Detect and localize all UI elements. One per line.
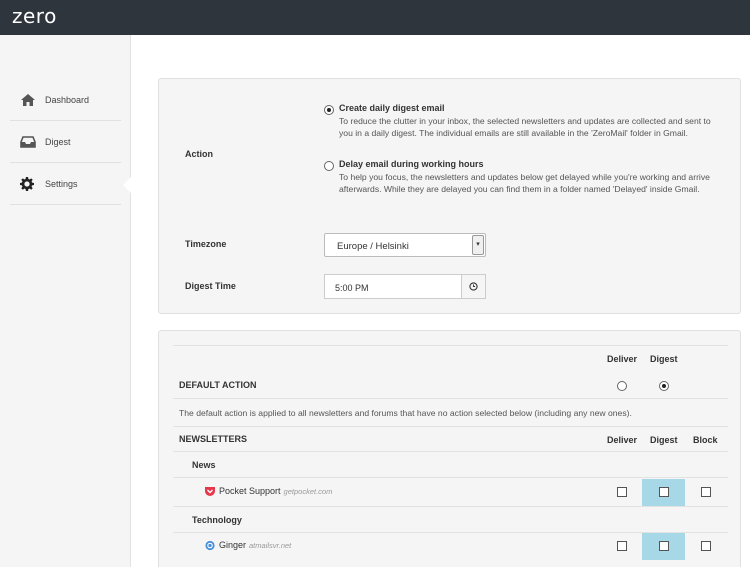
inbox-icon [20,136,36,148]
ginger-block-checkbox[interactable] [701,541,711,551]
deliver-column-header: Deliver [607,354,638,364]
clock-button[interactable] [461,274,486,299]
chevron-down-icon[interactable]: ▾ [472,235,484,255]
group-title-news: News [192,460,216,470]
globe-icon [205,540,215,551]
daily-digest-title[interactable]: Create daily digest email [339,103,445,113]
divider [173,477,728,478]
digest-settings-panel: Action Create daily digest email To redu… [158,78,741,314]
daily-digest-radio[interactable] [324,105,334,115]
default-action-title: DEFAULT ACTION [179,380,257,390]
timezone-label: Timezone [185,239,227,249]
default-deliver-radio[interactable] [617,381,627,391]
newsletter-rules-panel: Deliver Digest DEFAULT ACTION The defaul… [158,330,741,567]
newsletters-title: NEWSLETTERS [179,434,248,444]
clock-icon [469,282,478,291]
sidebar-item-digest[interactable]: Digest [10,121,121,163]
delay-email-title[interactable]: Delay email during working hours [339,159,484,169]
action-label: Action [185,149,213,159]
newsletter-domain: getpocket.com [283,487,333,496]
timezone-select[interactable]: Europe / Helsinki ▾ [324,233,486,257]
gear-icon [20,177,34,191]
digest-time-value: 5:00 PM [335,283,369,293]
top-bar: zero [0,0,750,35]
pocket-digest-checkbox[interactable] [659,487,669,497]
sidebar-item-label: Dashboard [45,95,90,105]
pocket-deliver-checkbox[interactable] [617,487,627,497]
divider [173,506,728,507]
block-column-header: Block [693,435,718,445]
group-title-technology: Technology [192,515,242,525]
divider [173,451,728,452]
divider [173,426,728,427]
newsletter-domain: atmailsvr.net [249,541,292,550]
sidebar-item-dashboard[interactable]: Dashboard [10,79,121,121]
sidebar: Dashboard Digest Settings [0,35,131,567]
app-logo[interactable]: zero [12,4,57,28]
divider [173,398,728,399]
home-icon [21,94,35,106]
sidebar-item-label: Digest [45,137,71,147]
list-item: Ginger atmailsvr.net [219,540,291,550]
delay-email-desc: To help you focus, the newsletters and u… [339,172,710,194]
digest-time-label: Digest Time [185,281,236,291]
sidebar-item-label: Settings [45,179,78,189]
newsletter-name: Ginger [219,540,247,550]
timezone-value: Europe / Helsinki [337,241,409,252]
divider [173,345,728,346]
default-digest-radio[interactable] [659,381,669,391]
default-action-desc: The default action is applied to all new… [179,408,632,418]
delay-email-radio[interactable] [324,161,334,171]
digest-column-header: Digest [650,435,678,445]
daily-digest-desc: To reduce the clutter in your inbox, the… [339,116,711,138]
active-indicator [122,176,131,194]
digest-column-header: Digest [650,354,678,364]
newsletter-name: Pocket Support [219,486,281,496]
pocket-block-checkbox[interactable] [701,487,711,497]
sidebar-item-settings[interactable]: Settings [10,163,121,205]
list-item: Pocket Support getpocket.com [219,486,332,496]
ginger-deliver-checkbox[interactable] [617,541,627,551]
ginger-digest-checkbox[interactable] [659,541,669,551]
deliver-column-header: Deliver [607,435,638,445]
pocket-icon [205,487,215,496]
